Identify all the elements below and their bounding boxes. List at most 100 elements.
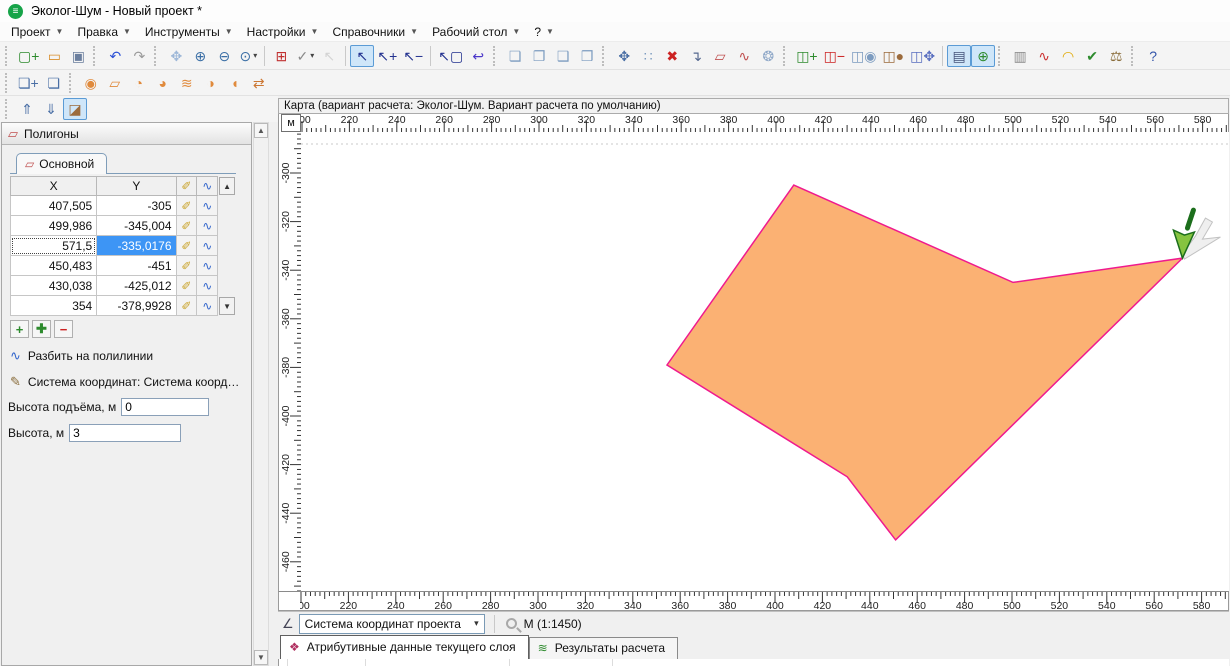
edit-vertices-button[interactable]: ∷ [636, 45, 660, 67]
new-project-button[interactable]: ▢+ [15, 45, 42, 67]
menu-desktop[interactable]: Рабочий стол▼ [425, 23, 527, 41]
panel-scrollbar[interactable]: ▲ ▼ [253, 122, 269, 666]
menu-project[interactable]: Проект▼ [4, 23, 70, 41]
cell-y[interactable]: -451 [97, 256, 176, 276]
point-split-button[interactable]: ∿ [197, 256, 218, 276]
point-style-button[interactable]: ✐ [177, 196, 198, 216]
move-object-button[interactable]: ✥ [612, 45, 636, 67]
menu-help[interactable]: ?▼ [527, 23, 561, 41]
import-objects-button[interactable]: ⇄ [247, 72, 271, 94]
point-split-button[interactable]: ∿ [197, 236, 218, 256]
redo-button[interactable]: ↷ [127, 45, 151, 67]
add-vertices-button[interactable]: ⊞ [269, 45, 293, 67]
point-source-button[interactable]: ◉ [79, 72, 103, 94]
scale-ruler-button[interactable]: ▤ [947, 45, 971, 67]
coordinate-system-action[interactable]: ✎ Система координат: Система коорд… [10, 374, 251, 390]
menu-directories[interactable]: Справочники▼ [325, 23, 425, 41]
map-canvas[interactable] [301, 132, 1229, 591]
shape-xor-button[interactable]: ❒ [575, 45, 599, 67]
cell-y[interactable]: -425,012 [97, 276, 176, 296]
cell-x[interactable]: 499,986 [10, 216, 97, 236]
coordinate-system-combobox[interactable]: Система координат проекта ▾ [299, 614, 485, 634]
point-style-button[interactable]: ✐ [177, 236, 198, 256]
scroll-down-button[interactable]: ▼ [254, 650, 268, 665]
post-view-button[interactable]: ◫◉ [848, 45, 879, 67]
cell-x[interactable]: 450,483 [10, 256, 97, 276]
point-style-button[interactable]: ✐ [177, 216, 198, 236]
report-check-button[interactable]: ✔ [1080, 45, 1104, 67]
protection-helmet-button[interactable]: ◠ [1056, 45, 1080, 67]
point-style-button[interactable]: ✐ [177, 296, 198, 316]
arc-source-button[interactable]: ◖ [223, 72, 247, 94]
pan-button[interactable]: ✥ [164, 45, 188, 67]
apply-vertices-button[interactable]: ✓▾ [293, 45, 317, 67]
zoom-window-button[interactable]: ⊙▾ [236, 45, 260, 67]
shape-union-button[interactable]: ❏ [503, 45, 527, 67]
grid-scroll-down-button[interactable]: ▼ [219, 297, 235, 315]
post-fill-button[interactable]: ◫● [879, 45, 907, 67]
post-move-button[interactable]: ◫✥ [907, 45, 938, 67]
sector-source-button[interactable]: ◕ [151, 72, 175, 94]
shape-intersect-button[interactable]: ❐ [527, 45, 551, 67]
layers-button[interactable]: ❏ [42, 72, 66, 94]
noise-chart-button[interactable]: ∿ [1032, 45, 1056, 67]
zoom-out-button[interactable]: ⊖ [212, 45, 236, 67]
tab-main[interactable]: ▱ Основной [16, 153, 107, 174]
panel-previous-button[interactable]: ⇑ [15, 98, 39, 120]
edit-ring-button[interactable]: ❂ [756, 45, 780, 67]
post-remove-button[interactable]: ◫− [821, 45, 848, 67]
cell-x[interactable]: 354 [10, 296, 97, 316]
post-add-button[interactable]: ◫+ [793, 45, 820, 67]
remove-point-button[interactable]: − [54, 320, 73, 338]
zoom-in-button[interactable]: ⊕ [188, 45, 212, 67]
cell-x[interactable]: 571,5 [10, 236, 97, 256]
menu-settings[interactable]: Настройки▼ [240, 23, 326, 41]
cell-y[interactable]: -345,004 [97, 216, 176, 236]
print-button[interactable]: ▥ [1008, 45, 1032, 67]
zoom-to-source-button[interactable]: ⊕ [971, 45, 995, 67]
expertise-scales-button[interactable]: ⚖ [1104, 45, 1128, 67]
polygon-source-button[interactable]: ▱ [103, 72, 127, 94]
point-split-button[interactable]: ∿ [197, 216, 218, 236]
edit-polyline-button[interactable]: ∿ [732, 45, 756, 67]
undo-button[interactable]: ↶ [103, 45, 127, 67]
green-arrow-marker[interactable] [1173, 210, 1220, 259]
select-return-button[interactable]: ↩ [466, 45, 490, 67]
point-split-button[interactable]: ∿ [197, 196, 218, 216]
circle-source-button[interactable]: ◔ [127, 72, 151, 94]
ring-source-button[interactable]: ◑ [199, 72, 223, 94]
grid-scroll-up-button[interactable]: ▲ [219, 177, 235, 195]
edit-polygon-button[interactable]: ▱ [708, 45, 732, 67]
select-subtract-button[interactable]: ↖− [400, 45, 426, 67]
open-project-button[interactable]: ▭ [42, 45, 66, 67]
select-add-button[interactable]: ↖+ [374, 45, 400, 67]
add-point-button[interactable]: + [10, 320, 29, 338]
menu-tools[interactable]: Инструменты▼ [138, 23, 240, 41]
layer-add-button[interactable]: ❏+ [15, 72, 42, 94]
lift-height-input[interactable] [121, 398, 209, 416]
select-object-button[interactable]: ↖▢ [435, 45, 466, 67]
cell-y[interactable]: -335,0176 [97, 236, 176, 256]
tab-attribute-data[interactable]: ❖ Атрибутивные данные текущего слоя [280, 635, 529, 659]
insert-vertex-button[interactable]: ↴ [684, 45, 708, 67]
point-style-button[interactable]: ✐ [177, 276, 198, 296]
select-button[interactable]: ↖ [350, 45, 374, 67]
point-split-button[interactable]: ∿ [197, 276, 218, 296]
panel-next-button[interactable]: ⇓ [39, 98, 63, 120]
line-source-button[interactable]: ≋ [175, 72, 199, 94]
delete-object-button[interactable]: ✖ [660, 45, 684, 67]
add-point-special-button[interactable]: ✚ [32, 320, 51, 338]
cell-y[interactable]: -305 [97, 196, 176, 216]
cell-y[interactable]: -378,9928 [97, 296, 176, 316]
split-to-polylines-action[interactable]: ∿ Разбить на полилинии [10, 348, 251, 364]
height-input[interactable] [69, 424, 181, 442]
panel-properties-button[interactable]: ◪ [63, 98, 87, 120]
noise-polygon[interactable] [667, 185, 1183, 540]
tab-calculation-results[interactable]: ≋ Результаты расчета [529, 637, 678, 659]
scroll-up-button[interactable]: ▲ [254, 123, 268, 138]
menu-edit[interactable]: Правка▼ [70, 23, 137, 41]
point-style-button[interactable]: ✐ [177, 256, 198, 276]
cell-x[interactable]: 430,038 [10, 276, 97, 296]
document-help-button[interactable]: ? [1141, 45, 1165, 67]
cell-x[interactable]: 407,505 [10, 196, 97, 216]
